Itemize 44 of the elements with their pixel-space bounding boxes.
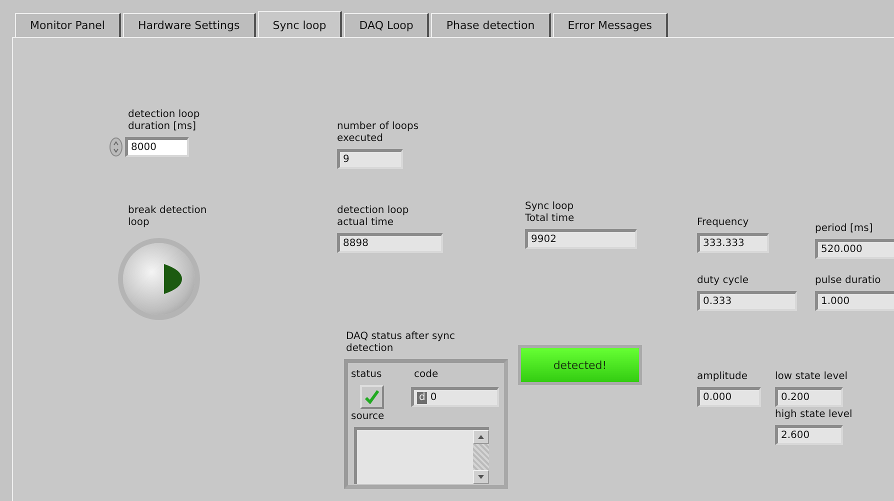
button-label: break detection loop	[128, 205, 208, 229]
cluster-label: DAQ status after sync detection	[346, 331, 456, 355]
indicator-label: Frequency	[697, 217, 750, 229]
up-arrow-icon	[478, 435, 484, 439]
indicator-label: duty cycle	[697, 275, 750, 287]
value-display: 0.333	[697, 291, 797, 311]
indicator-label: number of loops executed	[337, 121, 420, 145]
status-indicator: detected!	[518, 345, 642, 385]
checkmark-icon	[365, 390, 379, 404]
tab[interactable]: Monitor Panel	[15, 13, 121, 37]
status-label: status	[351, 369, 382, 381]
control-label: detection loop duration [ms]	[128, 109, 201, 133]
indicator-label: period [ms]	[815, 223, 874, 235]
tab[interactable]: DAQ Loop	[344, 13, 430, 37]
round-button[interactable]	[123, 243, 195, 315]
tab[interactable]: Sync loop	[258, 11, 342, 38]
source-label: source	[351, 411, 384, 423]
scroll-down-button[interactable]	[473, 470, 489, 484]
indicator-label: high state level	[775, 409, 854, 421]
value-display: 9	[337, 149, 403, 169]
tab[interactable]: Error Messages	[552, 13, 668, 37]
indicator-label: Sync loop Total time	[525, 201, 576, 225]
value-display: 0.200	[775, 387, 843, 407]
scroll-up-button[interactable]	[473, 430, 489, 444]
value-display: 520.000	[815, 239, 894, 259]
value-display: 8898	[337, 233, 443, 253]
spinner-icon[interactable]	[109, 137, 123, 157]
value-display: 333.333	[697, 233, 769, 253]
indicator-label: pulse duratio	[815, 275, 882, 287]
number-field[interactable]: 8000	[125, 137, 189, 157]
code-display: d 0	[411, 387, 499, 407]
tab[interactable]: Hardware Settings	[123, 13, 256, 37]
value-display: 2.600	[775, 425, 843, 445]
value-display: 1.000	[815, 291, 894, 311]
down-arrow-icon	[478, 475, 484, 479]
indicator-label: detection loop actual time	[337, 205, 410, 229]
indicator-label: amplitude	[697, 371, 749, 383]
indicator-label: low state level	[775, 371, 849, 383]
code-label: code	[414, 369, 438, 381]
value-display: 9902	[525, 229, 637, 249]
source-text-area[interactable]	[354, 427, 489, 484]
status-checkbox[interactable]	[360, 385, 384, 409]
value-display: 0.000	[697, 387, 761, 407]
tab[interactable]: Phase detection	[431, 13, 551, 37]
